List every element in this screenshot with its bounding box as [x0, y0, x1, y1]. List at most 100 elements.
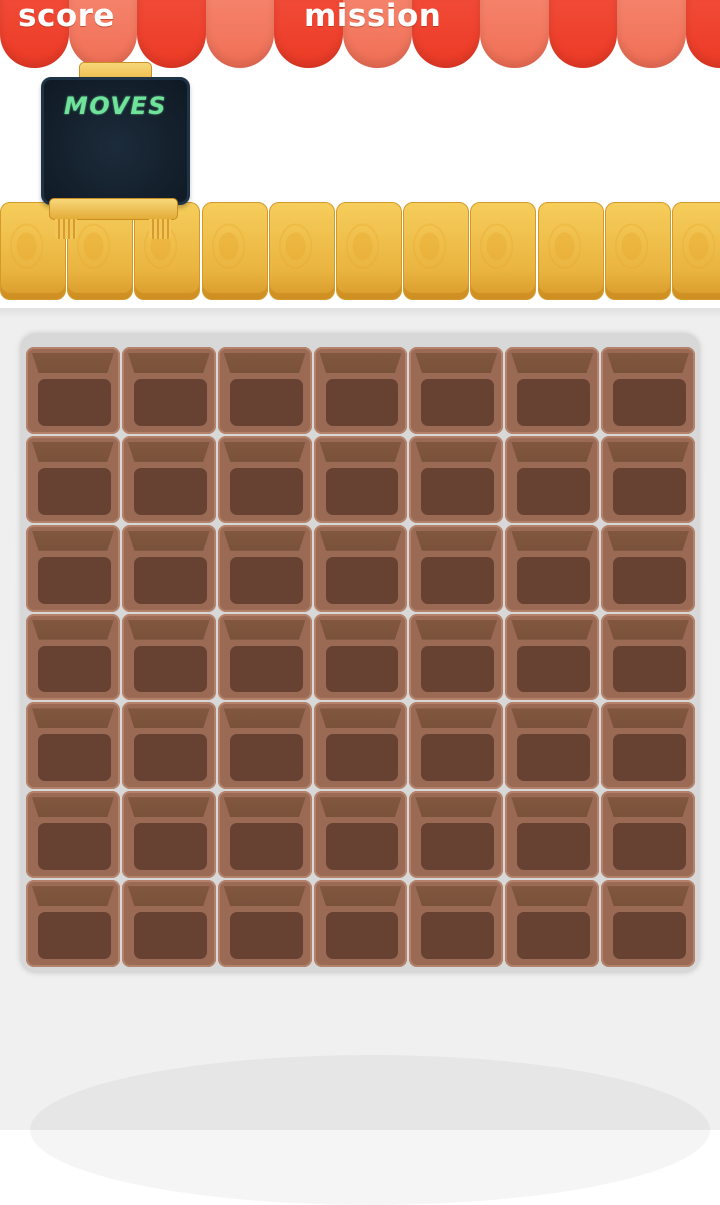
cell-pit	[613, 467, 686, 515]
board-cell[interactable]	[121, 702, 216, 790]
board-cell[interactable]	[313, 524, 408, 612]
cell-rim	[415, 353, 498, 373]
board-cell[interactable]	[217, 791, 312, 879]
cell-pit	[133, 734, 207, 782]
cell-rim	[32, 353, 114, 373]
board-cell[interactable]	[313, 613, 408, 701]
cell-rim	[127, 708, 210, 729]
board-cell[interactable]	[505, 702, 600, 790]
cell-rim	[127, 886, 210, 907]
cell-pit	[421, 645, 495, 693]
cell-rim	[32, 619, 114, 640]
cell-rim	[319, 530, 402, 551]
cell-pit	[229, 823, 303, 871]
chalkboard-stand	[49, 198, 178, 220]
board-cell[interactable]	[409, 524, 504, 612]
board-cell[interactable]	[217, 880, 312, 967]
cell-pit	[613, 379, 686, 426]
shelf-plank	[403, 202, 470, 300]
cell-rim	[415, 886, 498, 907]
cell-pit	[613, 645, 686, 693]
board-cell[interactable]	[601, 435, 695, 523]
board-cell[interactable]	[313, 435, 408, 523]
board-cell[interactable]	[26, 435, 120, 523]
cell-rim	[607, 353, 689, 373]
board-cell[interactable]	[409, 880, 504, 967]
board-cell[interactable]	[217, 435, 312, 523]
cell-pit	[517, 823, 591, 871]
cell-pit	[133, 823, 207, 871]
board-cell[interactable]	[505, 791, 600, 879]
board-cell[interactable]	[217, 702, 312, 790]
cell-rim	[607, 530, 689, 551]
chalkboard-leg	[149, 219, 171, 239]
cell-rim	[32, 886, 114, 907]
cell-rim	[511, 797, 594, 818]
board-cell[interactable]	[409, 702, 504, 790]
board-cell[interactable]	[26, 880, 120, 967]
board-cell[interactable]	[121, 347, 216, 434]
cell-pit	[229, 556, 303, 604]
board-cell[interactable]	[505, 880, 600, 967]
cell-pit	[517, 467, 591, 515]
board-cell[interactable]	[409, 613, 504, 701]
board-cell[interactable]	[505, 613, 600, 701]
board-cell[interactable]	[505, 524, 600, 612]
board-cell[interactable]	[601, 613, 695, 701]
cell-rim	[511, 886, 594, 907]
awning-stripe	[617, 0, 686, 68]
cell-pit	[325, 734, 399, 782]
board-cell[interactable]	[601, 791, 695, 879]
cell-pit	[613, 823, 686, 871]
board-cell[interactable]	[505, 435, 600, 523]
board-cell[interactable]	[26, 524, 120, 612]
board-cell[interactable]	[313, 347, 408, 434]
cell-pit	[325, 379, 399, 426]
board-cell[interactable]	[601, 702, 695, 790]
cell-rim	[319, 797, 402, 818]
board-cell[interactable]	[217, 613, 312, 701]
board-cell[interactable]	[217, 524, 312, 612]
cell-pit	[38, 734, 111, 782]
board-cell[interactable]	[121, 880, 216, 967]
cell-rim	[607, 886, 689, 907]
moves-label: MOVES	[63, 92, 168, 120]
board-cell[interactable]	[121, 524, 216, 612]
cell-pit	[325, 645, 399, 693]
cell-pit	[229, 467, 303, 515]
cell-rim	[223, 797, 306, 818]
cell-rim	[319, 619, 402, 640]
board-cell[interactable]	[121, 435, 216, 523]
shelf-plank	[604, 202, 671, 300]
cell-rim	[223, 619, 306, 640]
cell-rim	[223, 441, 306, 462]
cell-rim	[319, 441, 402, 462]
cell-pit	[229, 734, 303, 782]
cell-rim	[127, 441, 210, 462]
cell-pit	[325, 467, 399, 515]
board-cell[interactable]	[409, 435, 504, 523]
board-cell[interactable]	[313, 880, 408, 967]
board-cell[interactable]	[601, 880, 695, 967]
board-cell[interactable]	[121, 791, 216, 879]
board-cell[interactable]	[313, 702, 408, 790]
board-cell[interactable]	[26, 613, 120, 701]
board-cell[interactable]	[217, 347, 312, 434]
board-cell[interactable]	[601, 347, 695, 434]
board-cell[interactable]	[26, 791, 120, 879]
board-cell[interactable]	[409, 791, 504, 879]
cell-rim	[319, 708, 402, 729]
cell-pit	[229, 645, 303, 693]
score-label: score	[18, 0, 115, 34]
board-cell[interactable]	[505, 347, 600, 434]
board-cell[interactable]	[313, 791, 408, 879]
board-cell[interactable]	[26, 347, 120, 434]
board-cell[interactable]	[601, 524, 695, 612]
board-cell[interactable]	[121, 613, 216, 701]
cell-pit	[133, 556, 207, 604]
cell-pit	[38, 823, 111, 871]
cell-rim	[32, 530, 114, 551]
cell-pit	[133, 467, 207, 515]
board-cell[interactable]	[409, 347, 504, 434]
board-cell[interactable]	[26, 702, 120, 790]
